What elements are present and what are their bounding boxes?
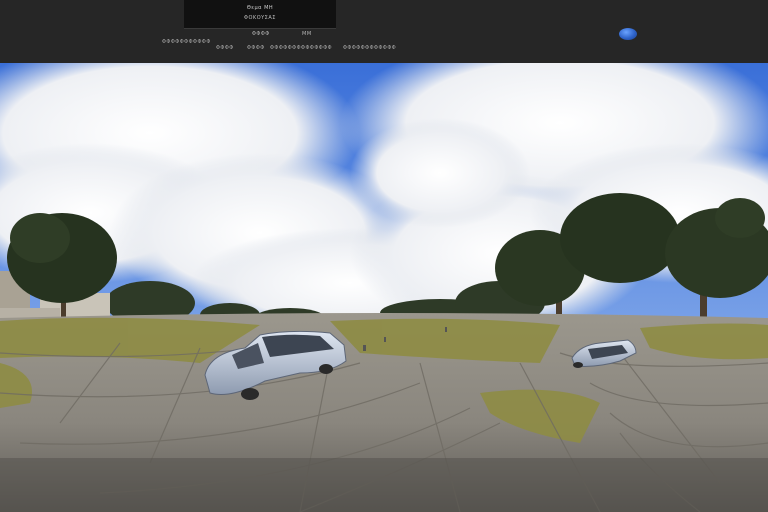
title-line-1: Θεμα ΜΗ — [246, 5, 274, 11]
nav-item-2[interactable]: ΦΦΦΦ — [247, 45, 265, 51]
nav-item-1[interactable]: ΦΦΦΦ — [216, 45, 234, 51]
top-bar: Θεμα ΜΗ ΦΟΚΟΥΣΑΣ ΦΦΦΦ ΜΜ ΦΦΦΦΦΦΦΦΦΦΦ ΦΦΦ… — [0, 0, 768, 63]
globe-icon[interactable] — [619, 28, 637, 40]
sub-label-right: ΜΜ — [302, 31, 312, 37]
panorama-scene — [0, 63, 768, 512]
nav-item-3[interactable]: ΦΦΦΦΦΦΦΦΦΦΦΦΦΦ — [270, 45, 332, 51]
title-line-2: ΦΟΚΟΥΣΑΣ — [244, 15, 276, 21]
sub-label-left: ΦΦΦΦ — [252, 31, 270, 37]
title-box: Θεμα ΜΗ ΦΟΚΟΥΣΑΣ — [184, 0, 336, 29]
nav-item-4[interactable]: ΦΦΦΦΦΦΦΦΦΦΦΦ — [343, 45, 396, 51]
site-label[interactable]: ΦΦΦΦΦΦΦΦΦΦΦ — [162, 39, 211, 45]
ground-shadow — [0, 458, 768, 512]
panorama-viewer[interactable] — [0, 63, 768, 512]
